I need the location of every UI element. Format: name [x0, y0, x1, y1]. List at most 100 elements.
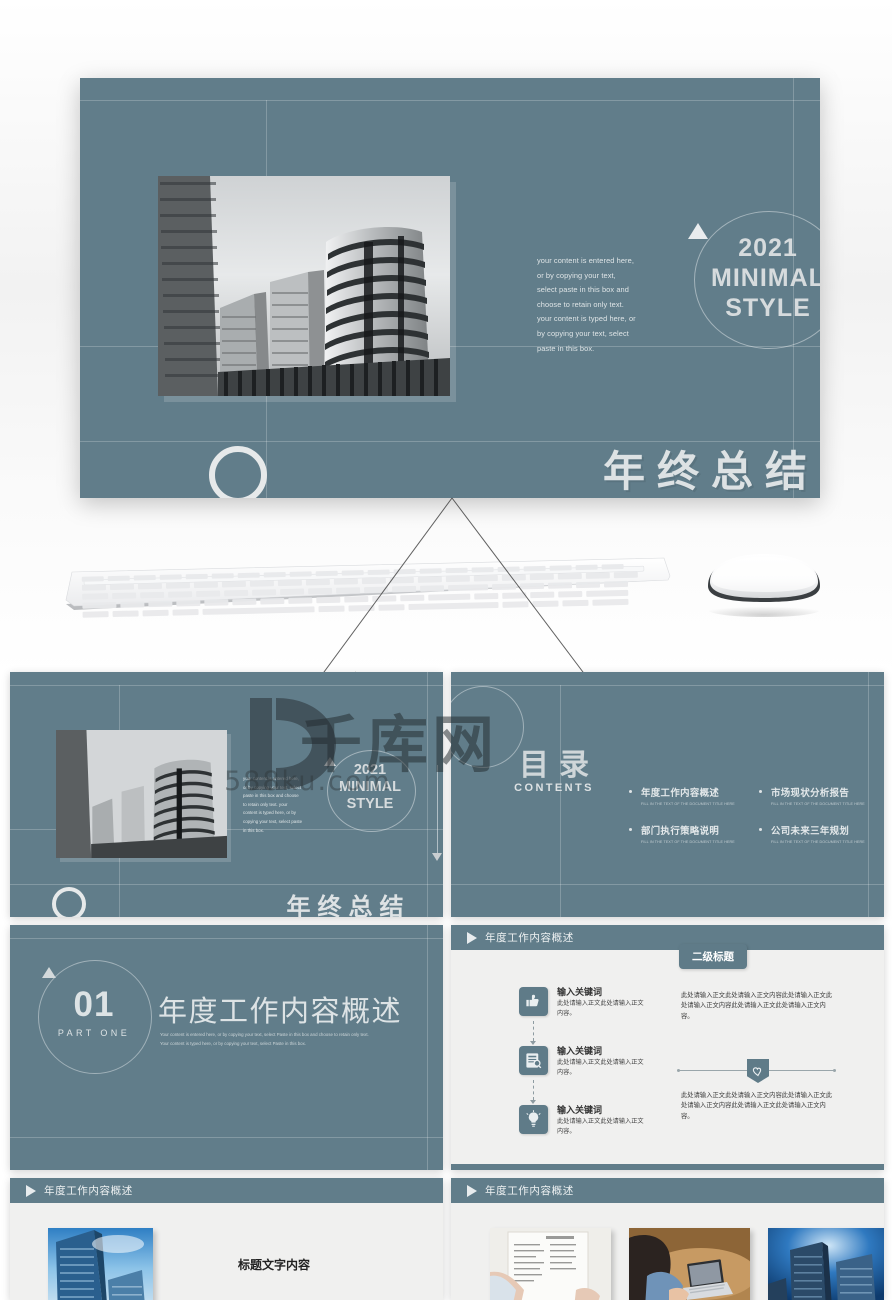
contents-title-en: CONTENTS — [514, 782, 594, 794]
guide-line — [427, 672, 428, 917]
divider-dot — [677, 1069, 680, 1072]
content-slide-1-header: 年度工作内容概述 — [451, 925, 884, 950]
hero-slide-mockup: your content is entered here, or by copy… — [80, 78, 820, 498]
play-triangle-icon — [467, 932, 477, 944]
contents-title-cn: 目录 — [519, 748, 599, 783]
triangle-up-icon — [42, 967, 56, 978]
contents-item-sub: FILL IN THE TEXT OF THE DOCUMENT TITLE H… — [771, 802, 865, 806]
mouse-mockup — [694, 548, 834, 618]
section-body-line1: Your content is entered here, or by copy… — [160, 1032, 369, 1037]
contents-item-sub: FILL IN THE TEXT OF THE DOCUMENT TITLE H… — [641, 802, 735, 806]
thumbnail-content-slide-3[interactable]: 年度工作内容概述 — [451, 1178, 884, 1300]
content-slide-1-footer-bar — [451, 1164, 884, 1170]
page-canvas: your content is entered here, or by copy… — [0, 0, 892, 1300]
section-number: 01 — [73, 985, 115, 1024]
content-slide-2-title: 标题文字内容 — [238, 1258, 311, 1272]
contents-item[interactable]: 公司未来三年规划 FILL IN THE TEXT OF THE DOCUMEN… — [759, 823, 879, 844]
content-slide-2-header: 年度工作内容概述 — [10, 1178, 443, 1203]
arrow-down-icon — [530, 1100, 536, 1104]
thumb1-decor-ring — [52, 887, 86, 917]
guide-line — [10, 1137, 443, 1138]
thumbnail-title-slide[interactable]: your content is entered here, or by copy… — [10, 672, 443, 917]
hero-style-line1: MINIMAL — [711, 264, 820, 292]
blue-skyscrapers-photo — [48, 1228, 153, 1300]
thumbnail-content-slide-2[interactable]: 年度工作内容概述 标题文字内容 — [10, 1178, 443, 1300]
thumb1-style-line2: STYLE — [346, 796, 394, 812]
thumb1-title-cn: 年终总结 — [286, 893, 411, 917]
hero-paragraph: your content is entered here, or by copy… — [537, 256, 636, 353]
thumbnail-contents-slide[interactable]: 目录 CONTENTS 年度工作内容概述 FILL IN THE TEXT OF… — [451, 672, 884, 917]
hero-year-block: 2021 MINIMAL STYLE — [700, 233, 820, 323]
woman-laptop-photo — [629, 1228, 750, 1300]
contents-item-sub: FILL IN THE TEXT OF THE DOCUMENT TITLE H… — [771, 840, 865, 844]
bullet-dot-icon — [759, 828, 762, 831]
heart-badge-icon — [747, 1059, 769, 1083]
thumb1-background: your content is entered here, or by copy… — [10, 672, 443, 917]
thumbnail-section-slide[interactable]: 01 PART ONE 年度工作内容概述 Your content is ent… — [10, 925, 443, 1170]
lightbulb-idea-icon — [519, 1105, 548, 1134]
bullet-dot-icon — [629, 828, 632, 831]
thumb1-arrow-line — [437, 765, 438, 853]
feature-text: 此处请输入正文此处请输入正文内容。 — [557, 1000, 644, 1017]
hero-style-line2: STYLE — [725, 294, 811, 322]
section-body-line2: Your content is typed here, or by copyin… — [160, 1040, 307, 1046]
feature-text: 此处请输入正文此处请输入正文内容。 — [557, 1059, 644, 1076]
thumb3-background: 01 PART ONE 年度工作内容概述 Your content is ent… — [10, 925, 443, 1170]
contents-item[interactable]: 市场现状分析报告 FILL IN THE TEXT OF THE DOCUMEN… — [759, 785, 879, 806]
arrow-down-icon — [432, 853, 442, 861]
play-triangle-icon — [467, 1185, 477, 1197]
feature-text: 此处请输入正文此处请输入正文内容。 — [557, 1118, 644, 1135]
thumb1-paragraph: your content is entered here, or by copy… — [243, 776, 303, 833]
blue-tower-photo — [768, 1228, 884, 1300]
content-slide-3-header-title: 年度工作内容概述 — [485, 1185, 574, 1197]
content-slide-1-header-title: 年度工作内容概述 — [485, 932, 574, 944]
thumbs-up-icon — [519, 987, 548, 1016]
hero-building-photo-image — [158, 176, 450, 396]
document-writing-photo — [490, 1228, 611, 1300]
hero-year: 2021 — [738, 234, 798, 262]
content-paragraph-top: 此处请输入正文此处请输入正文内容此处请输入正文此处请输入正文内容此处请输入正文此… — [681, 992, 833, 1020]
thumb1-year-block: 2021 MINIMAL STYLE — [330, 762, 410, 813]
section-body: Your content is entered here, or by copy… — [160, 1031, 422, 1048]
contents-item-title: 部门执行策略说明 — [641, 826, 720, 837]
guide-line — [80, 100, 820, 101]
content-paragraph-bottom: 此处请输入正文此处请输入正文内容此处请输入正文此处请输入正文内容此处请输入正文此… — [681, 1092, 833, 1120]
secondary-title-tag: 二级标题 — [679, 944, 747, 969]
connector-dash — [533, 1021, 535, 1041]
connector-dash — [533, 1080, 535, 1100]
content-slide-2-header-title: 年度工作内容概述 — [44, 1185, 133, 1197]
thumb1-year: 2021 — [353, 762, 387, 778]
content-slide-3-header: 年度工作内容概述 — [451, 1178, 884, 1203]
content-slide-1-body: 年度工作内容概述 输入关键词 此处请输入正文此处请输入正文内容。 输入关键词 此… — [451, 925, 884, 1170]
hero-slide-background: your content is entered here, or by copy… — [80, 78, 820, 498]
guide-line — [10, 884, 443, 885]
guide-line — [80, 441, 820, 442]
thumbnail-content-slide-1[interactable]: 年度工作内容概述 输入关键词 此处请输入正文此处请输入正文内容。 输入关键词 此… — [451, 925, 884, 1170]
bullet-dot-icon — [629, 790, 632, 793]
guide-line — [451, 884, 884, 885]
bullet-dot-icon — [759, 790, 762, 793]
section-title: 年度工作内容概述 — [158, 994, 403, 1028]
guide-line — [560, 685, 561, 917]
contents-item[interactable]: 部门执行策略说明 FILL IN THE TEXT OF THE DOCUMEN… — [629, 823, 749, 844]
feature-keyword: 输入关键词 — [557, 1047, 603, 1057]
guide-line — [451, 685, 884, 686]
guide-line — [10, 938, 443, 939]
section-part-label: PART ONE — [57, 1028, 131, 1038]
thumb2-background: 目录 CONTENTS 年度工作内容概述 FILL IN THE TEXT OF… — [451, 672, 884, 917]
keyboard-mockup — [64, 556, 674, 618]
contents-item-sub: FILL IN THE TEXT OF THE DOCUMENT TITLE H… — [641, 840, 735, 844]
contents-item-title: 公司未来三年规划 — [771, 826, 850, 837]
guide-line — [10, 685, 443, 686]
contents-item[interactable]: 年度工作内容概述 FILL IN THE TEXT OF THE DOCUMEN… — [629, 785, 749, 806]
hero-title-cn: 年终总结 — [602, 447, 819, 496]
contents-item-title: 市场现状分析报告 — [771, 788, 850, 799]
play-triangle-icon — [26, 1185, 36, 1197]
feature-keyword: 输入关键词 — [557, 1106, 603, 1116]
document-search-icon — [519, 1046, 548, 1075]
thumb1-building-photo — [56, 730, 227, 858]
feature-keyword: 输入关键词 — [557, 988, 603, 998]
hero-building-photo — [158, 176, 450, 396]
arrow-down-icon — [530, 1041, 536, 1045]
content-slide-2-body: 年度工作内容概述 标题文字内容 — [10, 1178, 443, 1300]
